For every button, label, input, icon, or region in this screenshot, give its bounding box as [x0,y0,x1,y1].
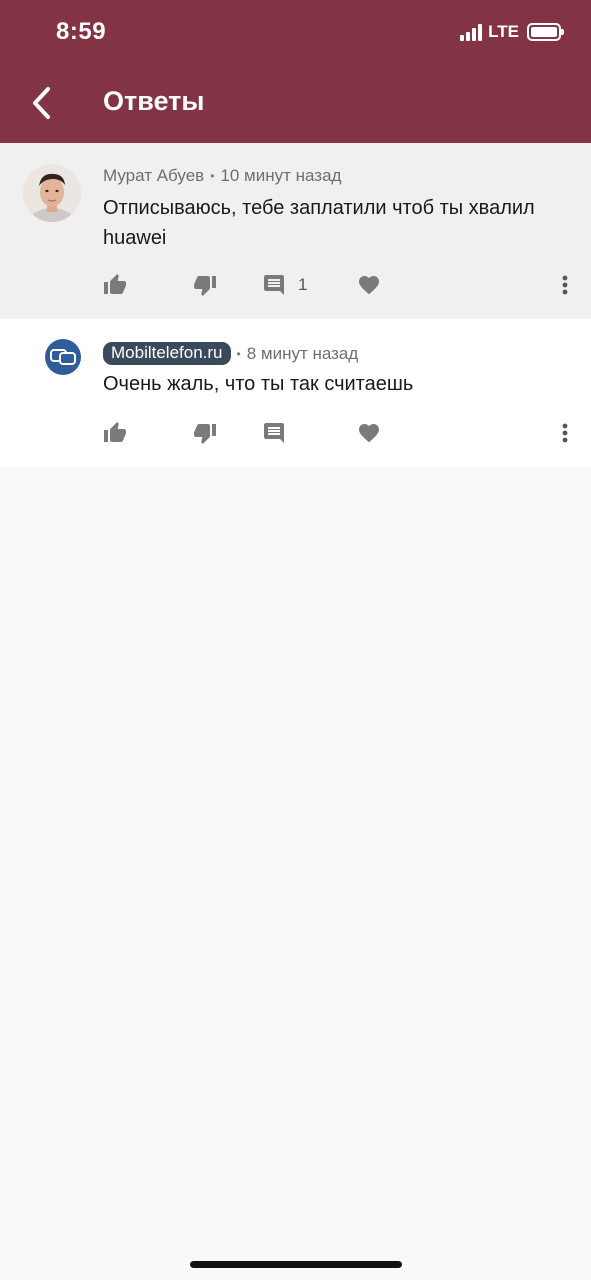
comment-item: Mobiltelefon.ru • 8 минут назад Очень жа… [0,319,591,467]
comment-time: 8 минут назад [246,343,359,363]
heart-icon [359,424,379,443]
more-button[interactable] [555,269,575,301]
like-button[interactable] [103,417,127,449]
signal-icon [460,23,484,41]
meta-separator: • [210,169,215,183]
comment-text: Очень жаль, что ты так считаешь [103,373,414,395]
battery-icon [527,23,564,41]
reply-button[interactable]: 1 [262,269,307,301]
user-photo-icon [23,164,81,222]
back-button[interactable] [22,80,62,126]
dislike-button[interactable] [193,417,217,449]
comment-meta: Mobiltelefon.ru • 8 минут назад [103,342,358,365]
reply-count: 1 [298,275,308,294]
comment-item: Мурат Абуев • 10 минут назад Отписываюсь… [0,143,591,319]
status-icons: LTE [460,22,564,42]
favorite-button[interactable] [357,417,381,449]
author-name[interactable]: Мурат Абуев [103,166,204,186]
comment-actions: 1 [0,269,591,301]
comment-meta: Мурат Абуев • 10 минут назад [103,166,341,186]
avatar[interactable] [23,164,81,222]
chevron-left-icon [33,87,50,119]
thumb-up-icon [104,422,126,442]
page-title: Ответы [103,86,205,116]
reply-button[interactable] [262,417,286,449]
home-indicator[interactable] [190,1261,402,1268]
thumb-down-icon [194,276,216,296]
comment-actions [0,417,591,449]
comment-icon [264,275,284,295]
more-vertical-icon [562,275,568,295]
meta-separator: • [236,346,241,361]
dislike-button[interactable] [193,269,217,301]
chat-bubbles-icon [50,349,76,365]
author-badge[interactable]: Mobiltelefon.ru [103,342,231,365]
network-type: LTE [488,22,519,41]
comment-icon [264,423,284,443]
more-button[interactable] [555,417,575,449]
comment-time: 10 минут назад [220,166,342,185]
more-vertical-icon [562,423,568,443]
comment-text: Отписываюсь, тебе заплатили чтоб ты хвал… [103,197,535,249]
thumb-up-icon [104,274,126,294]
status-time: 8:59 [56,18,107,45]
favorite-button[interactable] [357,269,381,301]
app-bar: 8:59 LTE Ответы [0,0,591,143]
thumb-down-icon [194,424,216,444]
avatar[interactable] [45,339,81,375]
like-button[interactable] [103,269,127,301]
heart-icon [359,276,379,295]
